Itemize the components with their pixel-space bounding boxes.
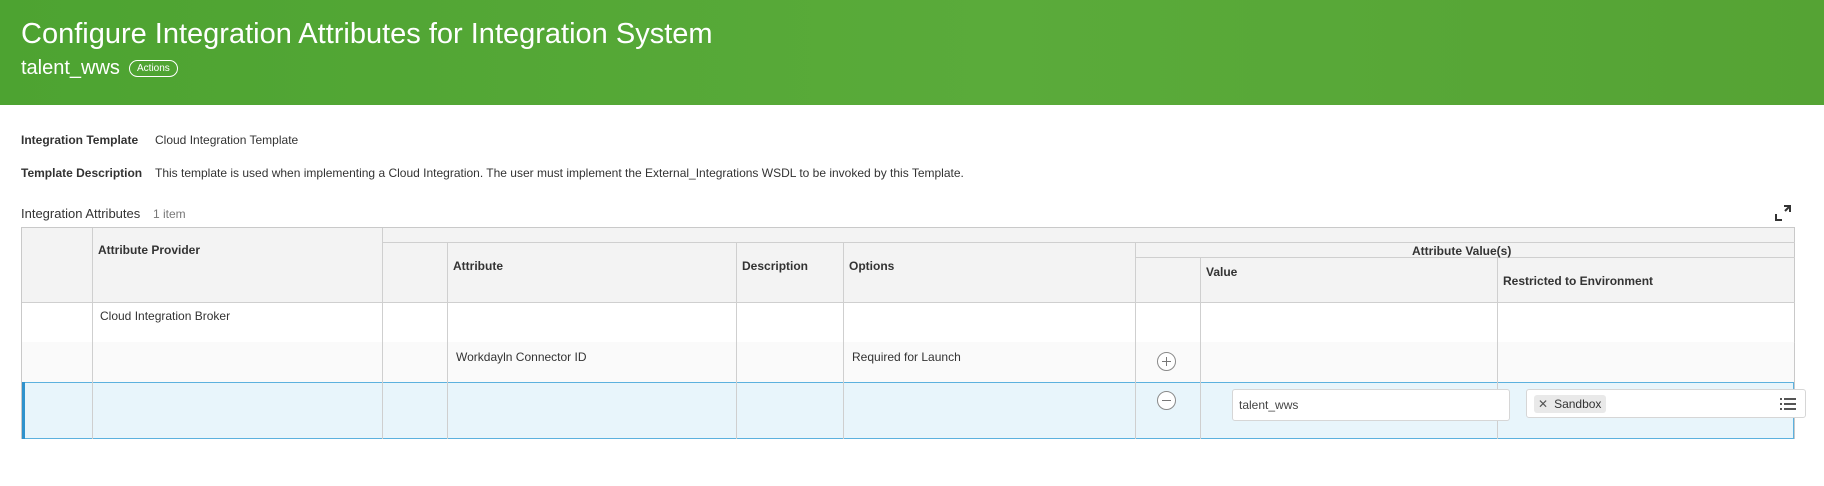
minus-circle-icon — [1162, 400, 1171, 401]
column-header-restricted-to-environment: Restricted to Environment — [1503, 274, 1654, 288]
integration-template-label: Integration Template — [21, 133, 139, 147]
attribute-provider-cell: Cloud Integration Broker — [100, 309, 231, 323]
template-description-label: Template Description — [21, 166, 143, 180]
divider — [1200, 342, 1201, 382]
template-description-value: This template is used when implementing … — [155, 166, 964, 180]
divider — [382, 342, 383, 382]
divider — [736, 342, 737, 382]
grid-header — [22, 228, 1794, 302]
attribute-cell: Workdayln Connector ID — [456, 350, 587, 364]
plus-circle-icon — [1166, 357, 1167, 366]
divider — [92, 342, 93, 382]
selected-row-indicator — [22, 382, 25, 439]
divider — [447, 342, 448, 382]
environment-pill: ✕ Sandbox — [1534, 395, 1607, 413]
actions-button[interactable]: Actions — [129, 60, 178, 77]
list-icon[interactable] — [1780, 397, 1796, 411]
divider — [22, 302, 1795, 303]
divider — [843, 382, 844, 439]
divider — [1135, 342, 1136, 382]
grid-item-count: 1 item — [153, 207, 186, 221]
divider — [382, 242, 1795, 243]
column-group-header-attribute-values: Attribute Value(s) — [1412, 244, 1512, 258]
divider — [1497, 342, 1498, 382]
divider — [382, 382, 383, 439]
divider — [92, 382, 93, 439]
column-header-attribute-provider: Attribute Provider — [98, 243, 201, 257]
value-input[interactable] — [1232, 389, 1510, 421]
divider — [447, 382, 448, 439]
column-header-attribute: Attribute — [453, 259, 503, 273]
column-header-options: Options — [849, 259, 895, 273]
remove-value-button[interactable] — [1157, 391, 1176, 410]
column-header-value: Value — [1206, 265, 1238, 279]
page-header: Configure Integration Attributes for Int… — [0, 0, 1824, 105]
divider — [843, 342, 844, 382]
page-title: Configure Integration Attributes for Int… — [21, 18, 713, 50]
integration-template-value: Cloud Integration Template — [155, 133, 299, 147]
divider — [1135, 382, 1136, 439]
expand-icon[interactable] — [1774, 204, 1792, 222]
environment-pill-label: Sandbox — [1554, 397, 1602, 411]
add-value-button[interactable] — [1157, 352, 1176, 371]
divider — [736, 382, 737, 439]
options-cell: Required for Launch — [852, 350, 961, 364]
integration-system-name: talent_wws — [21, 57, 120, 79]
grid-title: Integration Attributes — [21, 206, 141, 221]
integration-attributes-grid: Attribute Provider Attribute Value(s) At… — [21, 227, 1806, 439]
column-header-description: Description — [742, 259, 809, 273]
close-icon[interactable]: ✕ — [1538, 395, 1548, 413]
divider — [1200, 382, 1201, 439]
restricted-environment-select[interactable]: ✕ Sandbox — [1526, 389, 1806, 418]
